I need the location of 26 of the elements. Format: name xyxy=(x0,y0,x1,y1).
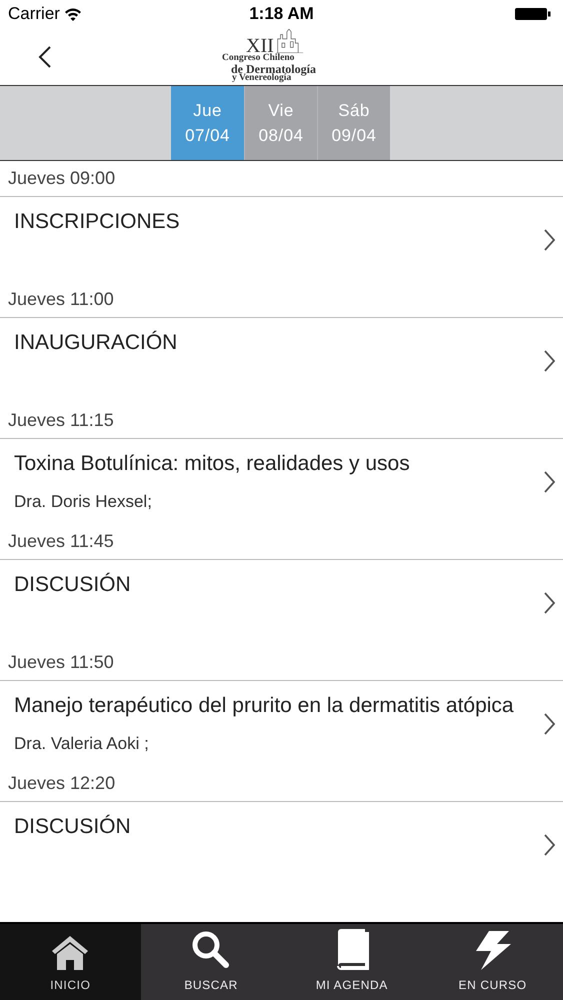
status-time: 1:18 AM xyxy=(249,3,314,26)
logo-text: de Dermatología xyxy=(231,63,316,75)
session-row[interactable]: INSCRIPCIONES xyxy=(0,197,563,282)
session-row[interactable]: DISCUSIÓN xyxy=(0,802,563,887)
session-time: Jueves 11:15 xyxy=(8,409,114,432)
session-title: INSCRIPCIONES xyxy=(14,209,181,235)
logo-text: Congreso Chileno xyxy=(222,54,294,64)
session-title: INAUGURACIÓN xyxy=(14,330,178,356)
session-row[interactable]: DISCUSIÓN xyxy=(0,560,563,645)
logo-text: y Venereología xyxy=(232,74,292,84)
session-time: Jueves 11:50 xyxy=(8,651,114,674)
session-row[interactable]: INAUGURACIÓN xyxy=(0,318,563,403)
speaker-name: Dra. Valeria Aoki ; xyxy=(14,733,150,755)
session-title: Manejo terapéutico del prurito en la dermatitis atópica xyxy=(14,693,514,719)
session-time: Jueves 11:00 xyxy=(8,288,114,311)
session-title: Toxina Botulínica: mitos, realidades y usos xyxy=(14,451,411,477)
session-time: Jueves 12:20 xyxy=(8,772,116,795)
session-time: Jueves 11:45 xyxy=(8,530,114,553)
tab-bar-item[interactable]: INICIO xyxy=(0,924,141,1000)
session-title: DISCUSIÓN xyxy=(14,814,132,840)
session-time: Jueves 09:00 xyxy=(8,167,116,190)
speaker-name: Dra. Doris Hexsel; xyxy=(14,491,153,513)
carrier-name: Carrier xyxy=(8,3,60,26)
session-row[interactable]: Manejo terapéutico del prurito en la dermatitis atópica Dra. Valeria Aoki ; xyxy=(0,681,563,766)
session-row[interactable]: Toxina Botulínica: mitos, realidades y usos Dra. Doris Hexsel; xyxy=(0,439,563,524)
session-title: DISCUSIÓN xyxy=(14,572,132,598)
